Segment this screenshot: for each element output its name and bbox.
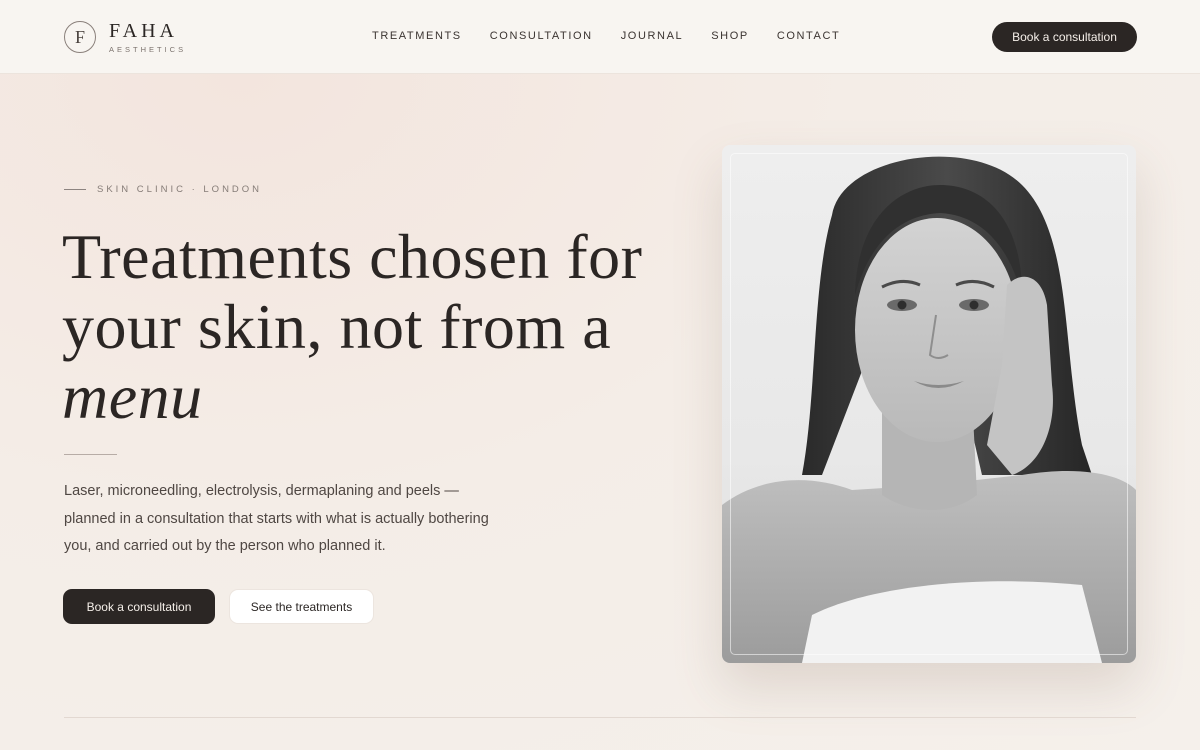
site-header: F FAHA AESTHETICS TREATMENTS CONSULTATIO…: [0, 0, 1200, 74]
book-consultation-button[interactable]: Book a consultation: [63, 589, 215, 624]
hero-divider: [64, 454, 117, 455]
hero-portrait-image: [722, 145, 1136, 663]
hero-description: Laser, microneedling, electrolysis, derm…: [64, 483, 489, 554]
headline-line-3: menu: [62, 361, 203, 432]
brand-name: FAHA: [109, 19, 178, 42]
brand-logo[interactable]: F FAHA AESTHETICS: [64, 20, 186, 54]
portrait-photo-icon: [722, 156, 1136, 663]
headline-line-2: your skin, not from a: [62, 291, 612, 362]
nav-item-consultation[interactable]: CONSULTATION: [490, 29, 593, 43]
logo-wordmark: FAHA AESTHETICS: [109, 21, 186, 54]
main-nav: TREATMENTS CONSULTATION JOURNAL SHOP CON…: [372, 29, 868, 43]
brand-tagline: AESTHETICS: [109, 44, 187, 54]
header-book-consultation-button[interactable]: Book a consultation: [992, 22, 1137, 52]
hero-eyebrow: SKIN CLINIC · LONDON: [64, 184, 262, 195]
nav-item-treatments[interactable]: TREATMENTS: [372, 29, 462, 43]
logo-monogram-icon: F: [64, 21, 96, 53]
nav-item-shop[interactable]: SHOP: [711, 29, 749, 43]
nav-item-contact[interactable]: CONTACT: [777, 29, 841, 43]
eyebrow-rule: [64, 189, 86, 190]
hero-headline: Treatments chosen for your skin, not fro…: [62, 222, 682, 432]
headline-line-1: Treatments chosen for: [62, 221, 643, 292]
see-treatments-button[interactable]: See the treatments: [229, 589, 374, 624]
nav-item-journal[interactable]: JOURNAL: [621, 29, 684, 43]
section-divider: [64, 717, 1136, 718]
eyebrow-text: SKIN CLINIC · LONDON: [97, 184, 263, 195]
